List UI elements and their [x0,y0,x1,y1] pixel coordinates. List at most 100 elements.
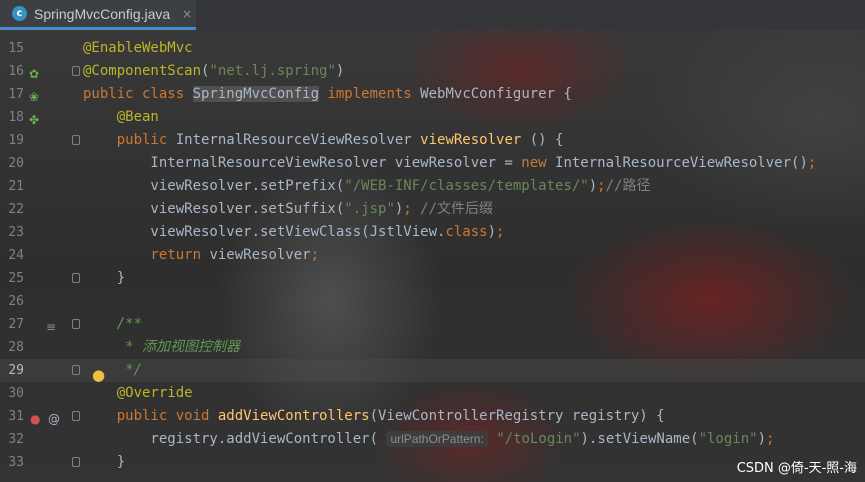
parameter-hint: urlPathOrPattern: [386,431,488,447]
code-token: "login" [698,431,758,447]
code-token: //路径 [605,178,651,194]
code-token: InternalResourceViewResolver viewResolve… [83,155,522,171]
code-text: viewResolver.setPrefix("/WEB-INF/classes… [83,175,650,198]
override-method-icon[interactable]: ● [30,412,40,426]
code-token: ; [496,224,505,240]
code-line-22[interactable]: 22 viewResolver.setSuffix(".jsp"); //文件后… [0,198,865,221]
line-number: 32 [8,432,24,447]
code-token: viewResolver.setSuffix( [83,201,345,217]
code-text: @ComponentScan("net.lj.spring") [83,60,344,83]
code-line-27[interactable]: 27 /** [0,313,865,336]
code-token: ; [807,155,817,171]
line-number: 25 [8,271,24,286]
code-token: InternalResourceViewResolver [175,132,421,148]
line-number: 23 [8,225,24,240]
code-text: * 添加视图控制器 [83,336,240,359]
code-token: ; [597,178,606,194]
code-token: } [83,454,126,470]
code-token: ) [588,178,598,194]
line-number: 22 [8,202,24,217]
code-token: viewResolver.setPrefix( [83,178,345,194]
code-text: } [83,267,125,290]
fold-marker[interactable] [72,273,80,283]
code-token: new [521,155,556,171]
fold-marker[interactable] [72,411,80,421]
code-token: ; [403,201,412,217]
code-line-29[interactable]: 29 */ [0,359,865,382]
code-line-21[interactable]: 21 viewResolver.setPrefix("/WEB-INF/clas… [0,175,865,198]
code-token: //文件后缀 [411,201,494,217]
fold-marker[interactable] [72,66,80,76]
code-token: @ComponentScan [83,63,202,79]
code-text: public class SpringMvcConfig implements … [83,83,572,106]
code-line-28[interactable]: 28 * 添加视图控制器 [0,336,865,359]
code-line-18[interactable]: 18 @Bean [0,106,865,129]
code-token: SpringMvcConfig [192,86,320,102]
code-token: ) [487,224,497,240]
code-token: InternalResourceViewResolver() [555,155,808,171]
code-line-16[interactable]: 16 @ComponentScan("net.lj.spring") [0,60,865,83]
code-token: ; [310,247,320,263]
code-token: "net.lj.spring" [209,63,336,79]
code-token: return [83,247,210,263]
code-token: ) [335,63,345,79]
code-editor[interactable]: 33 } 32 registry.addViewController( urlPa… [0,30,865,482]
code-token: viewResolver [209,247,311,263]
code-token: public void [83,408,218,424]
line-number: 15 [8,41,24,56]
line-number: 28 [8,340,24,355]
code-token: "/toLogin" [496,431,581,447]
code-text: InternalResourceViewResolver viewResolve… [83,152,816,175]
code-token: implements [319,86,421,102]
fold-marker[interactable] [72,319,80,329]
code-token: @Bean [116,109,159,125]
line-number: 21 [8,179,24,194]
line-number: 26 [8,294,24,309]
doc-comment-icon[interactable]: ≡ [46,320,56,334]
close-icon[interactable]: × [182,7,192,21]
code-line-19[interactable]: 19 public InternalResourceViewResolver v… [0,129,865,152]
code-line-23[interactable]: 23 viewResolver.setViewClass(JstlView.cl… [0,221,865,244]
fold-marker[interactable] [72,365,80,375]
code-text: return viewResolver; [83,244,319,267]
line-number: 27 [8,317,24,332]
code-line-20[interactable]: 20 InternalResourceViewResolver viewReso… [0,152,865,175]
code-line-26[interactable]: 26 [0,290,865,313]
code-token: ).setViewName( [580,431,699,447]
at-annotation-icon[interactable]: @ [48,412,60,426]
fold-marker[interactable] [72,135,80,145]
code-token: /** [83,316,143,332]
lightbulb-icon[interactable]: ● [92,366,105,384]
line-number: 33 [8,455,24,470]
code-line-17[interactable]: 17 public class SpringMvcConfig implement… [0,83,865,106]
bean-method-icon[interactable]: ✤ [29,113,39,127]
code-text: @EnableWebMvc [83,37,193,60]
code-text: } [83,451,125,474]
line-number: 24 [8,248,24,263]
line-number: 31 [8,409,24,424]
code-line-31[interactable]: 31 public void addViewControllers(ViewCo… [0,405,865,428]
code-text: viewResolver.setViewClass(JstlView.class… [83,221,504,244]
spring-bean-icon[interactable]: ✿ [29,67,39,81]
line-number: 19 [8,133,24,148]
spring-config-icon[interactable]: ❀ [29,90,39,104]
tab-springmvcconfig[interactable]: c SpringMvcConfig.java × [0,0,196,30]
code-text: registry.addViewController( urlPathOrPat… [83,428,774,451]
code-line-24[interactable]: 24 return viewResolver; [0,244,865,267]
code-line-33[interactable]: 33 } [0,451,865,474]
line-number: 16 [8,64,24,79]
code-line-15[interactable]: 15 @EnableWebMvc [0,37,865,60]
code-token: ; [766,431,775,447]
code-line-25[interactable]: 25 } [0,267,865,290]
code-token: @Override [116,385,193,401]
code-token: } [83,270,126,286]
code-token: class [445,224,488,240]
code-line-30[interactable]: 30 @Override [0,382,865,405]
code-token: * 添加视图控制器 [83,339,241,355]
code-token: ".jsp" [344,201,395,217]
code-token: public class [83,86,193,102]
code-line-32[interactable]: 32 registry.addViewController( urlPathOr… [0,428,865,451]
fold-marker[interactable] [72,457,80,467]
line-number: 30 [8,386,24,401]
